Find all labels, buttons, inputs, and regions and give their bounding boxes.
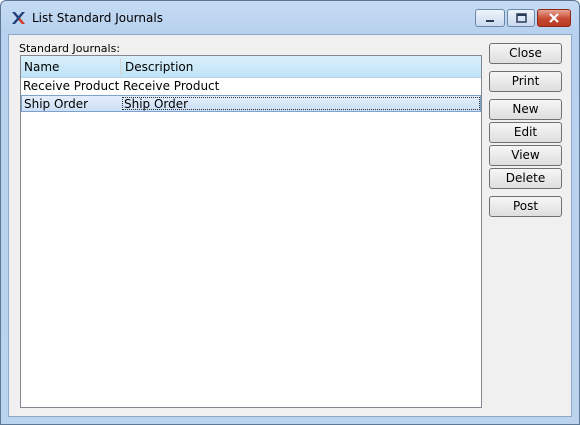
minimize-button[interactable] xyxy=(475,9,505,27)
post-button[interactable]: Post xyxy=(489,196,562,217)
close-icon xyxy=(549,13,559,23)
title-bar: List Standard Journals xyxy=(1,1,579,35)
list-header: Name Description xyxy=(21,56,481,78)
new-button[interactable]: New xyxy=(489,99,562,120)
close-window-button[interactable] xyxy=(537,9,571,27)
column-separator[interactable] xyxy=(120,58,121,75)
column-header-description[interactable]: Description xyxy=(125,60,193,74)
column-header-name[interactable]: Name xyxy=(24,60,59,74)
cell-description: Receive Product xyxy=(123,79,220,93)
list-label: Standard Journals: xyxy=(19,42,121,55)
close-button[interactable]: Close xyxy=(489,43,562,64)
window-title: List Standard Journals xyxy=(32,11,163,25)
view-button[interactable]: View xyxy=(489,145,562,166)
minimize-icon xyxy=(486,20,494,22)
table-row-selected[interactable]: Ship Order Ship Order xyxy=(21,95,481,112)
journals-list[interactable]: Name Description Receive Product Receive… xyxy=(20,55,482,408)
edit-button[interactable]: Edit xyxy=(489,122,562,143)
window: List Standard Journals Standard Journals… xyxy=(0,0,580,425)
cell-description: Ship Order xyxy=(124,97,189,111)
cell-name: Receive Product xyxy=(23,79,120,93)
cell-name: Ship Order xyxy=(24,97,89,111)
maximize-icon xyxy=(516,13,527,23)
xtuple-x-icon xyxy=(12,12,25,24)
table-row[interactable]: Receive Product Receive Product xyxy=(21,78,481,95)
dialog-body: Standard Journals: Name Description Rece… xyxy=(8,34,572,417)
delete-button[interactable]: Delete xyxy=(489,168,562,189)
print-button[interactable]: Print xyxy=(489,71,562,92)
maximize-button[interactable] xyxy=(507,9,535,27)
